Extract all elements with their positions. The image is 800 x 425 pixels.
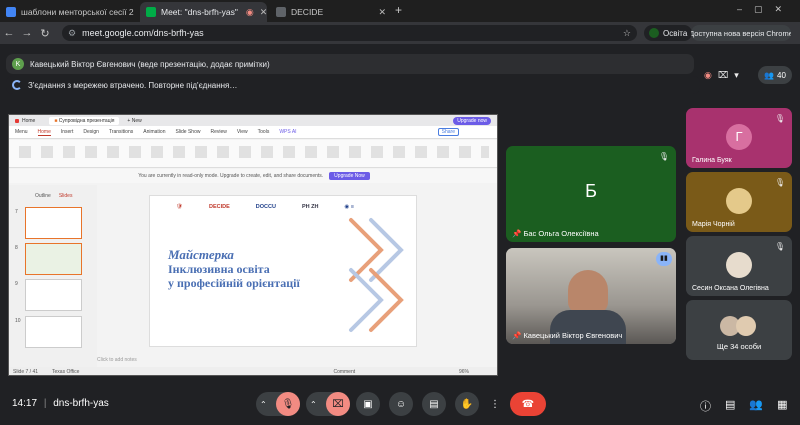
- participant-tile-video[interactable]: ▮▮ 📌 Кавецький Віктор Євгенович: [506, 248, 676, 344]
- panel-tabs: Outline Slides: [35, 193, 73, 199]
- presenter-avatar: K: [12, 58, 24, 70]
- close-icon[interactable]: ✕: [134, 7, 138, 18]
- decorative-arrows: [349, 218, 404, 332]
- slide-title: Майстерка Інклюзивна освіта у професійні…: [168, 247, 300, 291]
- participant-tile[interactable]: Б 🎙 📌 Бас Ольга Олексіївна: [506, 146, 676, 242]
- logo-row: 🛡 DECIDE DOCCU PH ZH ◉ ≡: [176, 204, 354, 210]
- more-participants-tile[interactable]: Ще 34 особи: [686, 300, 792, 360]
- recording-dot-icon: ◉: [704, 69, 712, 80]
- meet-icon: [146, 7, 156, 17]
- back-button[interactable]: ←: [0, 27, 18, 39]
- gmail-icon: [6, 7, 16, 17]
- tab-meet[interactable]: Meet: "dns-brfh-yas" ◉ ✕: [140, 2, 267, 22]
- shared-screen: Home ■ Супровідна презентація + New Upgr…: [8, 114, 498, 376]
- wps-new-tab[interactable]: + New: [127, 118, 141, 124]
- leave-call-button[interactable]: ☎: [510, 392, 546, 416]
- camera-off-button[interactable]: ⌧: [326, 392, 350, 416]
- meeting-info: 14:17 | dns-brfh-yas: [12, 398, 109, 409]
- participant-name: 📌 Бас Ольга Олексіївна: [512, 229, 599, 238]
- browser-toolbar: ← → ↻ ⚙ meet.google.com/dns-brfh-yas ☆ О…: [0, 22, 800, 44]
- chevron-up-icon[interactable]: ⌃: [260, 400, 267, 409]
- participants-button[interactable]: 👥 40: [758, 66, 792, 84]
- bookmark-star-icon[interactable]: ☆: [623, 28, 631, 39]
- hand-icon: ✋: [460, 398, 474, 410]
- site-info-icon[interactable]: ⚙: [68, 28, 76, 39]
- captions-icon: ▤: [429, 398, 439, 410]
- slide-thumb[interactable]: [25, 207, 82, 239]
- hangup-icon: ☎: [521, 398, 535, 410]
- chat-icon[interactable]: ▤: [725, 398, 735, 414]
- present-button[interactable]: ▣: [356, 392, 380, 416]
- wps-ribbon-tabs: Menu Home Insert Design Transitions Anim…: [9, 126, 497, 139]
- mic-off-icon: 🎙: [658, 152, 670, 161]
- mic-off-icon: 🎙: [774, 114, 786, 123]
- people-icon[interactable]: 👥: [749, 398, 763, 414]
- people-icon: 👥: [764, 70, 775, 80]
- participant-tile[interactable]: 🎙 Марія Чорній: [686, 172, 792, 232]
- window-controls[interactable]: –▢✕: [737, 4, 794, 15]
- coat-of-arms-icon: 🛡: [176, 204, 183, 210]
- slide-thumb[interactable]: [25, 243, 82, 275]
- participant-tile[interactable]: 🎙 Сесин Оксана Олегівна: [686, 236, 792, 296]
- pin-icon: 📌: [512, 229, 522, 238]
- captions-button[interactable]: ▤: [422, 392, 446, 416]
- present-icon: ▣: [363, 398, 373, 410]
- wps-tabbar: Home ■ Супровідна презентація + New Upgr…: [9, 115, 497, 126]
- readonly-bar: You are currently in read-only mode. Upg…: [9, 169, 497, 183]
- wps-doc-tab[interactable]: ■ Супровідна презентація: [49, 116, 120, 125]
- info-icon[interactable]: ⓘ: [700, 398, 711, 414]
- page-icon: [276, 7, 286, 17]
- participant-name: 📌 Кавецький Віктор Євгенович: [512, 331, 623, 340]
- reload-button[interactable]: ↻: [36, 27, 54, 40]
- profile-chip[interactable]: Освіта: [644, 25, 693, 41]
- address-bar[interactable]: ⚙ meet.google.com/dns-brfh-yas ☆: [62, 25, 637, 41]
- update-chrome-button[interactable]: Доступна нова версія Chrome: [691, 25, 791, 41]
- new-tab-button[interactable]: +: [395, 3, 402, 17]
- forward-button[interactable]: →: [18, 27, 36, 39]
- close-icon[interactable]: ✕: [254, 7, 267, 18]
- avatar: [736, 316, 756, 336]
- avatar: [726, 188, 752, 214]
- tab-strip: шаблони менторської сесії 2✕ Meet: "dns-…: [0, 0, 800, 22]
- presenter-banner: K Кавецький Віктор Євгенович (веде презе…: [6, 54, 694, 74]
- raise-hand-button[interactable]: ✋: [455, 392, 479, 416]
- more-vert-icon: ⋮: [490, 398, 500, 410]
- avatar: [726, 252, 752, 278]
- speaking-indicator-icon: ▮▮: [656, 252, 672, 266]
- mic-off-icon: 🎙: [774, 242, 786, 251]
- ribbon-icons[interactable]: [19, 146, 489, 158]
- close-icon[interactable]: ✕: [372, 7, 386, 18]
- mic-off-icon: 🎙: [774, 178, 786, 187]
- top-status: ◉ ⌧ ▾: [704, 66, 754, 84]
- slide-thumb[interactable]: [25, 316, 82, 348]
- chevron-up-icon[interactable]: ⌃: [310, 400, 317, 409]
- camera-options[interactable]: ⌃ ⌧: [306, 392, 350, 416]
- wps-logo-icon: [15, 118, 19, 123]
- spinner-icon: [12, 80, 22, 90]
- pin-icon: 📌: [512, 331, 522, 340]
- profile-avatar: [649, 28, 659, 38]
- chevron-down-icon[interactable]: ▾: [734, 70, 739, 81]
- slide-thumbnails-panel: Outline Slides 7 8 9 10: [9, 185, 97, 367]
- activities-icon[interactable]: ▦: [777, 398, 787, 414]
- more-options-button[interactable]: ⋮: [488, 392, 502, 416]
- participant-tile[interactable]: Г 🎙 Галина Буяк: [686, 108, 792, 168]
- slide-canvas: 🛡 DECIDE DOCCU PH ZH ◉ ≡ Майстерка Інклю…: [149, 195, 417, 347]
- reconnect-notice: З'єднання з мережею втрачено. Повторне п…: [6, 76, 700, 94]
- status-bar: Slide 7 / 41 Texas Office Comment 96%: [9, 367, 497, 375]
- emoji-icon: ☺: [395, 398, 407, 410]
- wps-ribbon-tools: [9, 140, 497, 168]
- reactions-button[interactable]: ☺: [389, 392, 413, 416]
- camera-off-icon[interactable]: ⌧: [718, 70, 728, 81]
- slide-thumb[interactable]: [25, 279, 82, 311]
- person-face: [568, 270, 608, 314]
- tab-mentor-templates[interactable]: шаблони менторської сесії 2✕: [0, 2, 138, 22]
- mic-options[interactable]: ⌃ 🎙: [256, 392, 300, 416]
- mic-off-button[interactable]: 🎙: [276, 392, 300, 416]
- side-controls: ⓘ ▤ 👥 ▦: [700, 398, 788, 414]
- recording-icon: ◉: [245, 6, 254, 17]
- tab-decide[interactable]: DECIDE ✕: [270, 2, 392, 22]
